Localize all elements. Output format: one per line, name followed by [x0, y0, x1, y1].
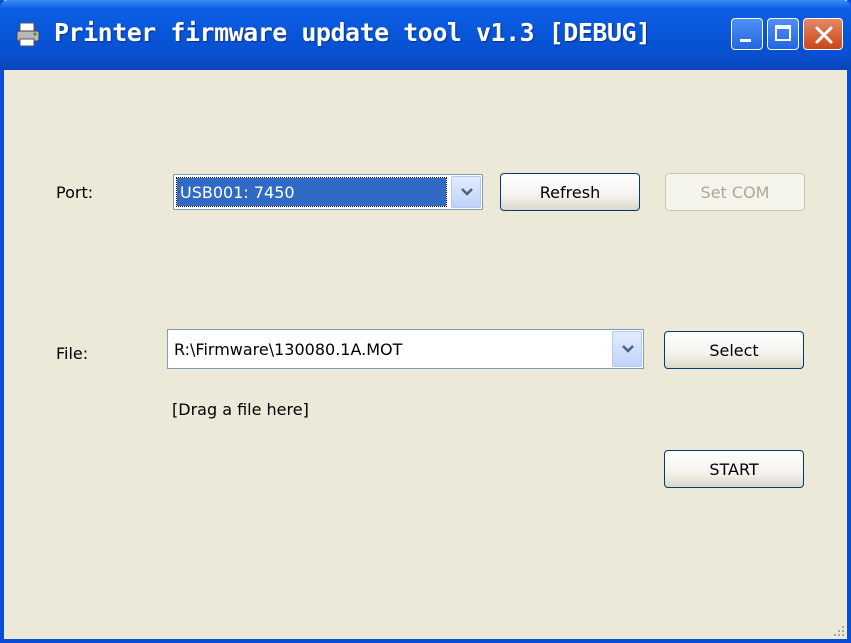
port-dropdown[interactable]: USB001: 7450	[173, 174, 483, 210]
port-dropdown-arrow[interactable]	[451, 176, 481, 208]
close-icon	[815, 26, 833, 44]
select-file-button[interactable]: Select	[664, 331, 804, 369]
port-selected-value: USB001: 7450	[180, 182, 295, 202]
port-selection-highlight: USB001: 7450	[176, 177, 447, 207]
file-path-dropdown[interactable]: R:\Firmware\130080.1A.MOT	[167, 329, 644, 369]
title-bar[interactable]: Printer firmware update tool v1.3 [DEBUG…	[0, 0, 851, 70]
printer-icon	[16, 22, 40, 47]
close-button[interactable]	[803, 18, 843, 50]
chevron-down-icon	[622, 345, 634, 353]
file-path-value: R:\Firmware\130080.1A.MOT	[174, 339, 403, 359]
window-title: Printer firmware update tool v1.3 [DEBUG…	[54, 18, 651, 47]
set-com-button[interactable]: Set COM	[665, 173, 805, 211]
resize-grip-icon[interactable]	[831, 623, 845, 637]
chevron-down-icon	[461, 188, 473, 196]
start-button[interactable]: START	[664, 450, 804, 488]
maximize-button[interactable]	[767, 18, 799, 50]
drop-zone-hint[interactable]: [Drag a file here]	[172, 400, 309, 420]
minimize-button[interactable]	[731, 18, 763, 50]
port-label: Port:	[56, 183, 94, 202]
refresh-button[interactable]: Refresh	[500, 173, 640, 211]
app-window: Printer firmware update tool v1.3 [DEBUG…	[0, 0, 851, 643]
file-label: File:	[56, 344, 89, 363]
file-dropdown-arrow[interactable]	[612, 331, 642, 367]
